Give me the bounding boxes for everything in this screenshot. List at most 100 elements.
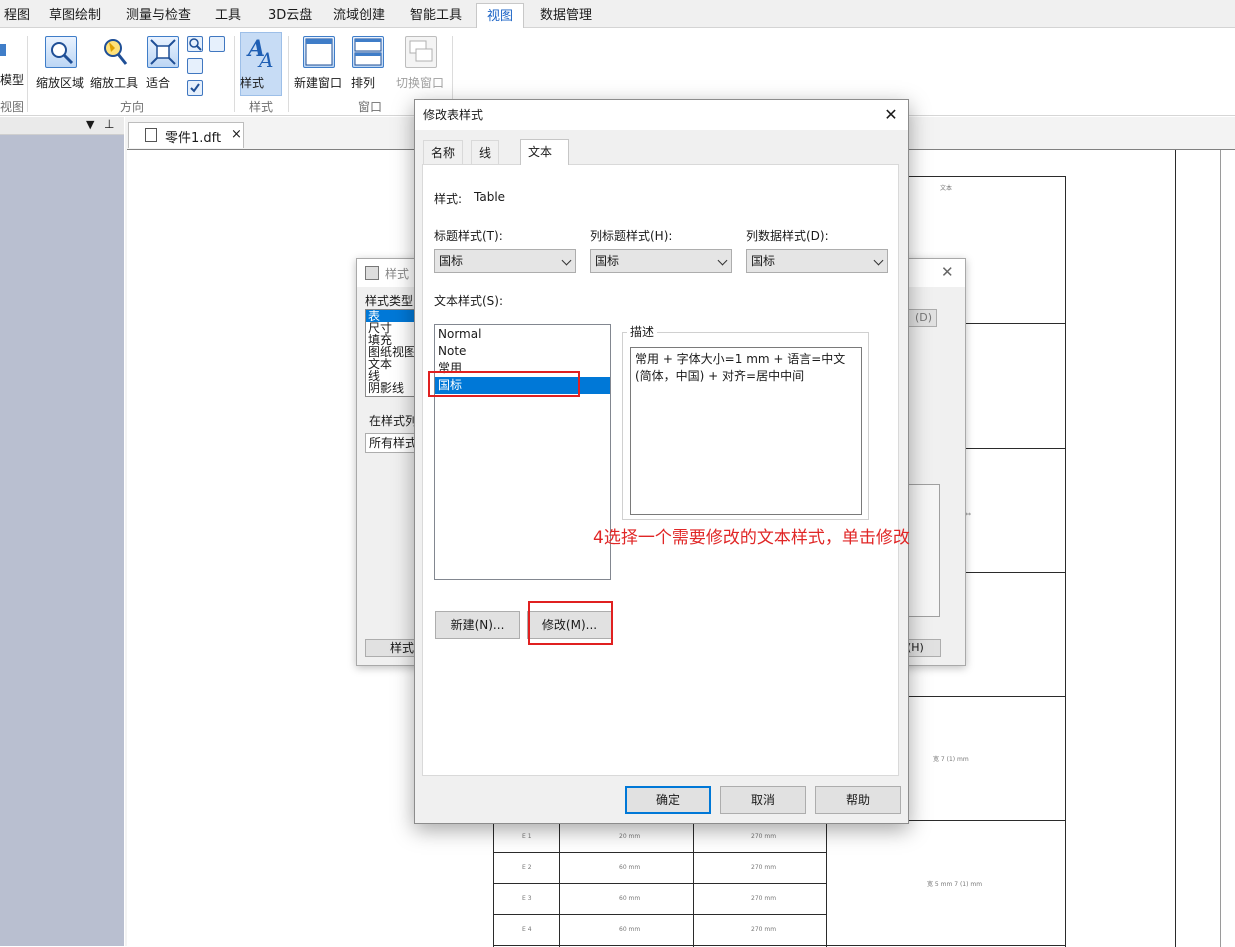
style-button[interactable]: AA 样式 (240, 36, 282, 90)
text-tab-page: 样式: Table 标题样式(T): 国标 列标题样式(H): 国标 列数据样式… (422, 164, 899, 776)
zoom-area-button[interactable]: 缩放区域 (36, 36, 86, 90)
zoom-area-icon (45, 36, 77, 68)
ribbon-tab-sketch[interactable]: 草图绘制 (45, 3, 105, 28)
document-tab-close-icon[interactable]: × (231, 127, 242, 142)
dialog-close-icon[interactable]: ✕ (874, 100, 908, 130)
document-tab-label: 零件1.dft (165, 131, 222, 146)
ribbon-tab-measure[interactable]: 测量与检查 (122, 3, 195, 28)
ribbon-separator (27, 36, 28, 112)
style-type-label: 样式类型 (365, 294, 414, 308)
tab-text[interactable]: 文本 (520, 139, 569, 165)
sheet-border-line (1175, 150, 1176, 947)
bg-style-button[interactable]: 样式 (365, 639, 419, 657)
sheet-dashed-line (1220, 150, 1221, 947)
cut-off-label: 模型 (0, 73, 25, 87)
cut-off-icon (0, 44, 6, 56)
panel-dropdown-icon[interactable]: ▼ (86, 118, 94, 131)
list-item[interactable]: Normal (435, 326, 610, 343)
tab-name[interactable]: 名称 (423, 140, 464, 164)
pan-hand-icon[interactable] (187, 58, 203, 74)
group-label-window: 窗口 (358, 100, 383, 114)
bg-dialog-icon (365, 266, 379, 280)
style-text-icon: AA (245, 36, 277, 72)
ribbon-tab-process[interactable]: 程图 (0, 3, 34, 28)
ribbon-tab-data-management[interactable]: 数据管理 (536, 3, 596, 28)
new-style-button[interactable]: 新建(N)... (435, 611, 520, 639)
cancel-button[interactable]: 取消 (720, 786, 806, 814)
table-cell: 270 mm (751, 864, 777, 871)
arrange-icon (352, 36, 384, 68)
column-data-style-select[interactable]: 国标 (746, 249, 888, 273)
table-cell: E 2 (522, 864, 532, 871)
drawing-label: 宽 7 (1) mm (933, 756, 969, 763)
svg-text:A: A (257, 48, 273, 68)
arrange-button[interactable]: 排列 (351, 36, 385, 90)
dialog-title: 修改表样式 (415, 100, 908, 130)
table-line (493, 914, 827, 915)
text-styles-list[interactable]: Normal Note 常用 国标 (434, 324, 611, 580)
table-cell: 270 mm (751, 833, 777, 840)
description-label: 描述 (627, 323, 658, 340)
drawing-file-icon (145, 128, 157, 142)
panel-pin-icon[interactable]: ⊥ (104, 117, 114, 131)
table-right-line (1065, 176, 1066, 947)
window-copy-icon[interactable] (209, 36, 225, 52)
new-window-button[interactable]: 新建窗口 (294, 36, 344, 90)
style-value: Table (474, 190, 506, 204)
list-item[interactable]: 文本 (366, 358, 416, 370)
title-style-select[interactable]: 国标 (434, 249, 576, 273)
tab-line[interactable]: 线 (471, 140, 500, 164)
zoom-tool-icon (99, 36, 131, 68)
tutorial-annotation: 4选择一个需要修改的文本样式，单击修改 (593, 528, 910, 548)
in-style-list-label: 在样式列 (369, 414, 418, 428)
ribbon-separator (288, 36, 289, 112)
table-cell: 270 mm (751, 926, 777, 933)
table-line (693, 822, 694, 947)
ribbon-tab-tools[interactable]: 工具 (211, 3, 245, 28)
table-line (493, 822, 494, 947)
bg-dialog-close-icon[interactable]: ✕ (941, 263, 954, 281)
ribbon-tab-smart-tools[interactable]: 智能工具 (406, 3, 466, 28)
table-line (493, 883, 827, 884)
list-item[interactable]: 填充 (366, 334, 416, 346)
text-styles-label: 文本样式(S): (434, 294, 504, 308)
table-cell: 270 mm (751, 895, 777, 902)
list-item[interactable]: 阴影线 (366, 382, 416, 394)
document-tab[interactable]: 零件1.dft × (128, 122, 244, 148)
switch-window-button[interactable]: 切换窗口 (396, 36, 446, 90)
zoom-tool-button[interactable]: 缩放工具 (90, 36, 140, 90)
group-label-direction: 方向 (120, 100, 145, 114)
column-title-style-label: 列标题样式(H): (590, 229, 673, 243)
help-button[interactable]: 帮助 (815, 786, 901, 814)
title-style-label: 标题样式(T): (434, 229, 503, 243)
column-title-style-select[interactable]: 国标 (590, 249, 732, 273)
modify-table-style-dialog: 修改表样式 ✕ 名称 线 文本 样式: Table 标题样式(T): 国标 列标… (414, 99, 909, 824)
table-cell: E 4 (522, 926, 532, 933)
list-item[interactable]: Note (435, 343, 610, 360)
drawing-label: 宽 5 mm 7 (1) mm (927, 881, 983, 888)
table-cell: E 1 (522, 833, 532, 840)
list-item[interactable]: 图纸视图 (366, 346, 416, 358)
fit-button[interactable]: 适合 (146, 36, 180, 90)
ribbon-tab-watershed[interactable]: 流域创建 (329, 3, 389, 28)
chevron-down-icon (561, 255, 572, 266)
table-cell: 20 mm (619, 833, 641, 840)
style-type-list[interactable]: 表 尺寸 填充 图纸视图 文本 线 阴影线 (365, 309, 417, 397)
list-item[interactable]: 尺寸 (366, 322, 416, 334)
bg-dialog-title: 样式 (385, 267, 410, 281)
table-cell: E 3 (522, 895, 532, 902)
ribbon-tab-view[interactable]: 视图 (476, 3, 524, 28)
check-view-icon[interactable] (187, 80, 203, 96)
chevron-down-icon (873, 255, 884, 266)
zoom-in-icon[interactable] (187, 36, 203, 52)
ribbon-separator (234, 36, 235, 112)
table-line (493, 852, 827, 853)
list-item[interactable]: 表 (366, 310, 416, 322)
chevron-down-icon (717, 255, 728, 266)
ribbon-tab-3d-cloud[interactable]: 3D云盘 (264, 3, 316, 28)
list-item[interactable]: 线 (366, 370, 416, 382)
ribbon-tab-bar: 程图 草图绘制 测量与检查 工具 3D云盘 流域创建 智能工具 视图 数据管理 (0, 0, 1235, 28)
fit-icon (147, 36, 179, 68)
left-panel (0, 117, 124, 946)
ok-button[interactable]: 确定 (625, 786, 711, 814)
